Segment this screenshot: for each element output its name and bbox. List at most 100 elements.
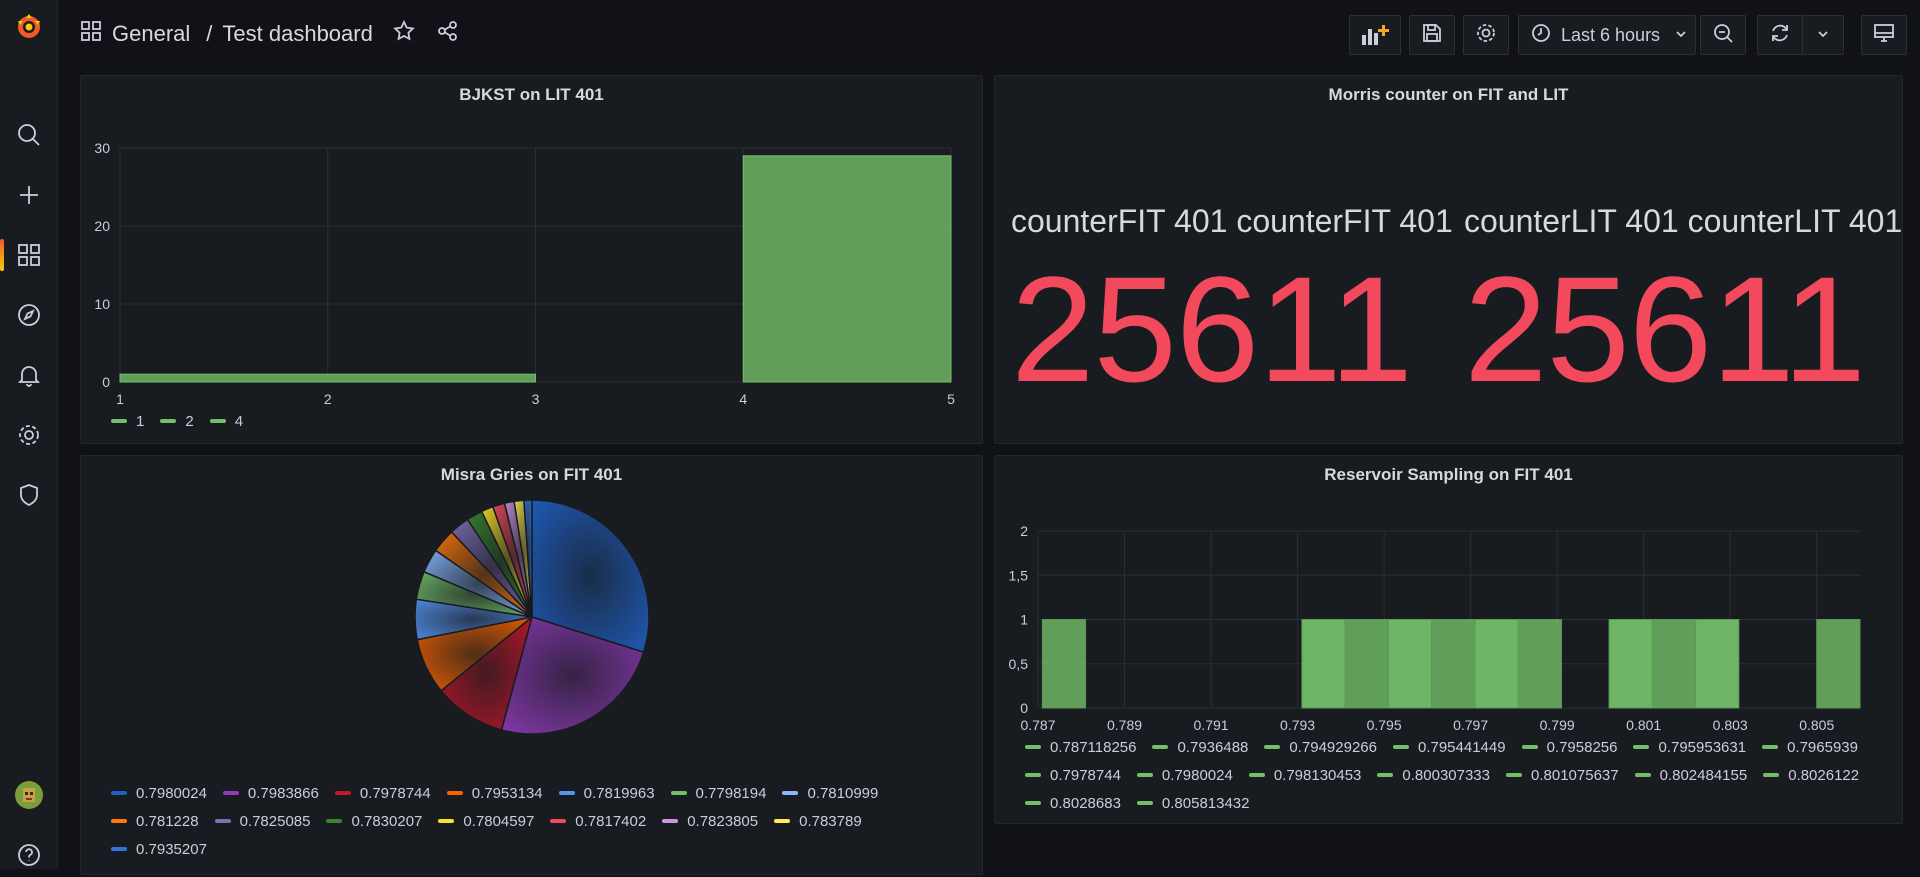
legend-item[interactable]: 0.7958256 [1521, 733, 1617, 761]
legend-item[interactable]: 0.7825085 [214, 807, 311, 835]
legend-item[interactable]: 0.798130453 [1248, 761, 1361, 789]
y-tick-label: 20 [94, 218, 110, 234]
legend-label: 0.805813432 [1161, 794, 1250, 812]
chevron-down-icon [1816, 25, 1830, 46]
legend-label: 0.7819963 [583, 784, 655, 802]
legend-item[interactable]: 0.783789 [774, 807, 862, 835]
legend-item[interactable]: 0.800307333 [1377, 761, 1490, 789]
legend-swatch [1506, 773, 1522, 777]
legend-swatch [111, 419, 127, 423]
search-icon[interactable] [0, 113, 58, 157]
explore-icon[interactable] [0, 293, 58, 337]
legend-item[interactable]: 0.7978744 [1025, 761, 1121, 789]
bar [1651, 619, 1697, 709]
legend-label: 0.795441449 [1417, 738, 1506, 756]
legend-item[interactable]: 0.802484155 [1634, 761, 1748, 789]
legend-swatch [1025, 745, 1041, 749]
dashboards-icon[interactable] [0, 233, 58, 277]
legend-item[interactable]: 0.7817402 [550, 807, 646, 835]
x-tick-label: 0.803 [1713, 717, 1748, 733]
legend-item[interactable]: 0.7980024 [111, 779, 207, 807]
alerting-icon[interactable] [0, 353, 58, 397]
legend-item[interactable]: 0.7978744 [334, 779, 431, 807]
avatar[interactable] [0, 773, 58, 817]
panel-reservoir-sampling: Reservoir Sampling on FIT 401 0 0,5 1 1,5 2 0… [994, 455, 1903, 824]
legend-swatch [1763, 773, 1780, 777]
bar [1608, 619, 1653, 709]
legend-item[interactable]: 2 [160, 407, 194, 435]
y-tick-label: 2 [1020, 523, 1028, 539]
legend-item[interactable]: 0.7819963 [558, 779, 655, 807]
star-icon[interactable] [393, 19, 415, 48]
legend-item[interactable]: 0.7983866 [222, 779, 319, 807]
y-tick-label: 1,5 [1009, 567, 1029, 583]
config-icon[interactable] [0, 413, 58, 457]
breadcrumb-folder[interactable]: General [112, 21, 190, 47]
legend-label: 0.800307333 [1402, 766, 1490, 784]
legend-item[interactable]: 0.7936488 [1152, 733, 1248, 761]
x-tick-label: 5 [947, 391, 955, 407]
legend-swatch [1762, 745, 1779, 749]
save-button[interactable] [1409, 15, 1455, 55]
legend-label: 0.7825085 [239, 812, 311, 830]
legend-item[interactable]: 0.7953134 [446, 779, 543, 807]
legend-item[interactable]: 0.7810999 [782, 779, 878, 807]
legend-item[interactable]: 0.7798194 [670, 779, 766, 807]
legend-item[interactable]: 0.8026122 [1763, 761, 1859, 789]
refresh-interval-button[interactable] [1802, 15, 1844, 55]
legend-swatch [1377, 773, 1394, 777]
legend-item[interactable]: 0.794929266 [1264, 733, 1377, 761]
refresh-button[interactable] [1757, 15, 1803, 55]
refresh-icon [1769, 22, 1791, 49]
legend-item[interactable]: 0.801075637 [1506, 761, 1619, 789]
y-tick-label: 0 [1020, 700, 1028, 716]
panel-title[interactable]: Morris counter on FIT and LIT [995, 85, 1902, 105]
legend-item[interactable]: 0.7804597 [438, 807, 534, 835]
legend-swatch [558, 791, 575, 795]
legend-label: 0.794929266 [1289, 738, 1377, 756]
time-range-picker[interactable]: Last 6 hours [1518, 15, 1696, 55]
legend-item[interactable]: 4 [209, 407, 244, 435]
legend-item[interactable]: 1 [111, 407, 144, 435]
legend-swatch [1633, 745, 1650, 749]
grafana-logo[interactable] [0, 4, 58, 48]
legend-item[interactable]: 0.795441449 [1392, 733, 1506, 761]
view-mode-button[interactable] [1861, 15, 1907, 55]
legend-swatch [326, 819, 343, 823]
stat-label-counter-lit: counterLIT 401 counterLIT 401 [1464, 203, 1903, 239]
legend-swatch [222, 791, 239, 795]
legend-item[interactable]: 0.7830207 [326, 807, 422, 835]
x-tick-label: 0.793 [1280, 717, 1315, 733]
legend-item[interactable]: 0.7965939 [1762, 733, 1858, 761]
chart-legend: 1 2 4 [111, 407, 971, 435]
y-tick-label: 1 [1020, 612, 1028, 628]
plus-icon[interactable] [0, 173, 58, 217]
legend-item[interactable]: 0.8028683 [1025, 789, 1121, 817]
save-icon [1421, 22, 1443, 49]
x-tick-label: 0.795 [1367, 717, 1402, 733]
legend-item[interactable]: 0.805813432 [1136, 789, 1250, 817]
legend-item[interactable]: 0.795953631 [1633, 733, 1746, 761]
legend-swatch [111, 819, 127, 823]
legend-item[interactable]: 0.7980024 [1136, 761, 1233, 789]
add-panel-button[interactable] [1349, 15, 1401, 55]
legend-label: 0.802484155 [1659, 766, 1748, 784]
legend-label: 4 [234, 412, 244, 430]
legend-label: 0.7978744 [1050, 766, 1121, 784]
dashboard-settings-button[interactable] [1463, 15, 1509, 55]
legend-item[interactable]: 0.7935207 [111, 835, 207, 863]
shield-icon[interactable] [0, 473, 58, 517]
legend-item[interactable]: 0.7823805 [662, 807, 758, 835]
monitor-icon [1873, 22, 1895, 49]
legend-swatch [438, 819, 455, 823]
zoom-out-button[interactable] [1700, 15, 1746, 55]
help-icon[interactable] [0, 833, 58, 877]
legend-item[interactable]: 0.781228 [111, 807, 199, 835]
legend-label: 0.7965939 [1787, 738, 1858, 756]
bar [1517, 619, 1562, 709]
share-icon[interactable] [437, 20, 459, 48]
legend-swatch [1025, 801, 1041, 805]
legend-item[interactable]: 0.787118256 [1025, 733, 1136, 761]
legend-label: 0.7983866 [247, 784, 319, 802]
legend-label: 0.7830207 [351, 812, 423, 830]
